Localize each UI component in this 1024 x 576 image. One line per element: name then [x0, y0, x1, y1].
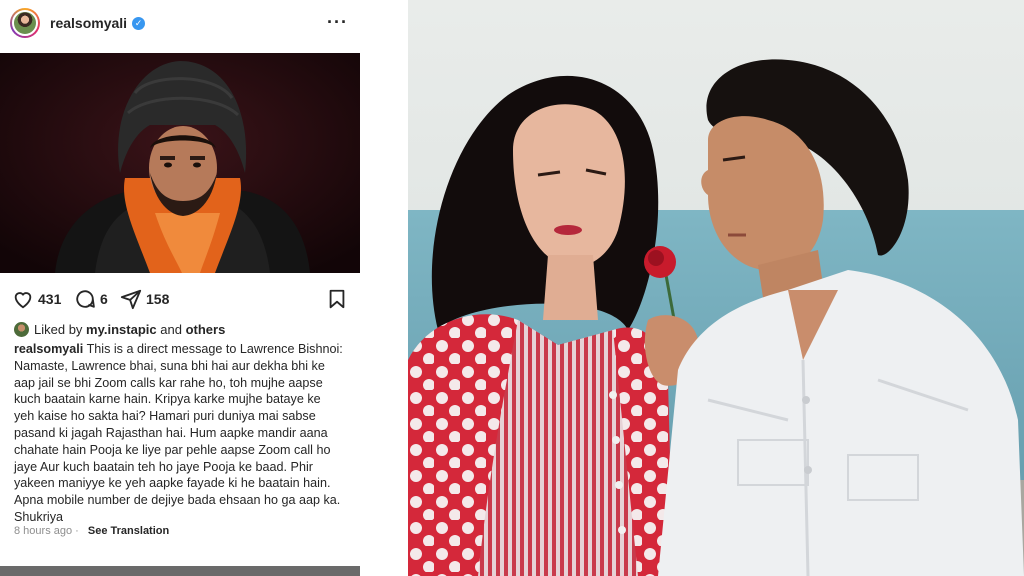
- separator-dot: ·: [75, 525, 79, 537]
- share-button[interactable]: 158: [120, 287, 169, 311]
- post-actions: 431 6 158: [12, 287, 352, 311]
- couple-rose-photo: [408, 0, 1024, 576]
- like-count: 431: [38, 291, 62, 307]
- post-meta: 8 hours ago · See Translation: [14, 525, 169, 537]
- send-icon: [120, 289, 142, 310]
- liked-by-avatar: [14, 322, 29, 337]
- comment-icon: [76, 290, 95, 308]
- save-button[interactable]: [326, 287, 352, 311]
- film-still-image: [408, 0, 1024, 576]
- caption-body: Namaste, Lawrence bhai, suna bhi hai aur…: [14, 358, 341, 524]
- post-time: 8 hours ago: [14, 525, 73, 537]
- share-count: 158: [146, 291, 170, 307]
- post-caption: realsomyali This is a direct message to …: [14, 341, 344, 526]
- liked-by-and: and: [160, 322, 182, 337]
- comment-button[interactable]: 6: [74, 287, 108, 311]
- post-image[interactable]: [0, 53, 360, 273]
- liked-by-user[interactable]: my.instapic: [86, 322, 157, 337]
- bookmark-icon: [329, 289, 345, 309]
- liked-by-prefix: Liked by: [34, 322, 83, 337]
- liked-by: Liked by my.instapic and others: [14, 322, 225, 337]
- liked-by-others[interactable]: others: [186, 322, 226, 337]
- post-header: realsomyali ✓ ···: [0, 0, 408, 46]
- caption-username[interactable]: realsomyali: [14, 342, 83, 356]
- see-translation-link[interactable]: See Translation: [88, 525, 169, 537]
- instagram-post: realsomyali ✓ ··· 431 6 158 Liked by my.…: [0, 0, 408, 576]
- caption-intro: This is a direct message to Lawrence Bis…: [86, 342, 343, 356]
- profile-avatar[interactable]: [10, 8, 40, 38]
- heart-icon: [14, 292, 32, 309]
- post-username[interactable]: realsomyali: [50, 15, 127, 31]
- next-post-preview: [0, 566, 360, 576]
- like-button[interactable]: 431: [12, 287, 61, 311]
- hooded-man-photo: [0, 53, 360, 273]
- verified-badge-icon: ✓: [132, 16, 146, 30]
- comment-count: 6: [100, 291, 108, 307]
- more-options-icon[interactable]: ···: [327, 12, 348, 33]
